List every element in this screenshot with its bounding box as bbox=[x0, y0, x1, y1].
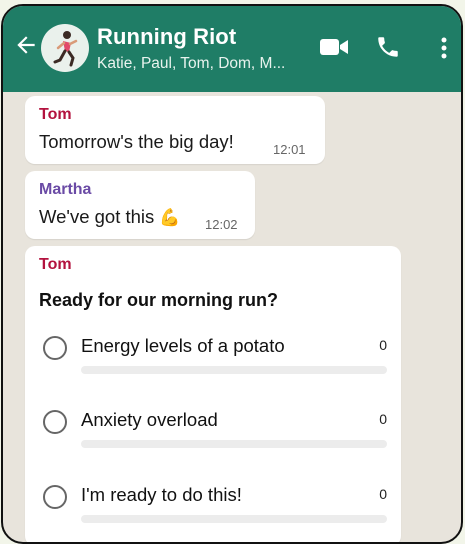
poll-option-bar bbox=[81, 515, 387, 523]
poll-option-count: 0 bbox=[379, 486, 387, 502]
poll-option[interactable]: I'm ready to do this! 0 bbox=[39, 484, 391, 535]
back-arrow-icon[interactable] bbox=[13, 32, 39, 58]
poll-sender: Tom bbox=[39, 256, 72, 273]
voice-call-icon[interactable] bbox=[375, 34, 401, 60]
message-text-content: We've got this bbox=[39, 206, 155, 227]
poll-option-label: Energy levels of a potato bbox=[81, 335, 285, 356]
more-options-icon[interactable] bbox=[439, 36, 449, 60]
poll-option[interactable]: Anxiety overload 0 bbox=[39, 409, 391, 460]
chat-participants[interactable]: Katie, Paul, Tom, Dom, M... bbox=[97, 55, 285, 73]
poll-option-count: 0 bbox=[379, 411, 387, 427]
poll-option-count: 0 bbox=[379, 337, 387, 353]
poll-option-label: Anxiety overload bbox=[81, 409, 218, 430]
chat-title[interactable]: Running Riot bbox=[97, 24, 236, 50]
poll-option[interactable]: Energy levels of a potato 0 bbox=[39, 335, 391, 386]
message-text: We've got this 💪 bbox=[39, 206, 181, 228]
message-time: 12:02 bbox=[205, 217, 238, 232]
message-sender: Tom bbox=[39, 106, 72, 123]
group-avatar[interactable] bbox=[41, 24, 89, 72]
radio-button[interactable] bbox=[43, 485, 67, 509]
message-bubble[interactable]: Martha We've got this 💪 12:02 bbox=[25, 171, 255, 239]
flexed-biceps-icon: 💪 bbox=[159, 208, 181, 227]
chat-header: Running Riot Katie, Paul, Tom, Dom, M... bbox=[3, 6, 461, 92]
poll-option-bar bbox=[81, 366, 387, 374]
message-bubble[interactable]: Tom Tomorrow's the big day! 12:01 bbox=[25, 96, 325, 164]
message-sender: Martha bbox=[39, 181, 92, 198]
phone-frame: Running Riot Katie, Paul, Tom, Dom, M...… bbox=[1, 4, 463, 544]
message-text: Tomorrow's the big day! bbox=[39, 131, 234, 152]
runner-icon bbox=[53, 31, 78, 67]
radio-button[interactable] bbox=[43, 336, 67, 360]
message-time: 12:01 bbox=[273, 142, 306, 157]
poll-option-label: I'm ready to do this! bbox=[81, 484, 242, 505]
radio-button[interactable] bbox=[43, 410, 67, 434]
poll-question: Ready for our morning run? bbox=[39, 290, 279, 310]
video-call-icon[interactable] bbox=[319, 36, 349, 58]
poll-option-bar bbox=[81, 440, 387, 448]
